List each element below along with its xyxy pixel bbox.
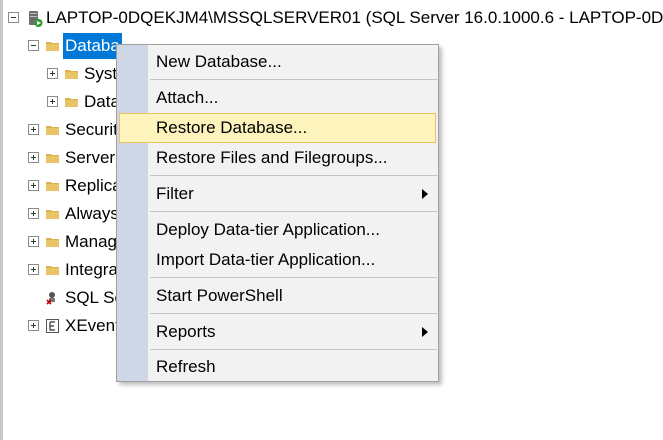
integration-services-label: Integra (65, 260, 118, 279)
menu-item-reports[interactable]: Reports (119, 317, 436, 347)
menu-item-restore-files-filegroups[interactable]: Restore Files and Filegroups... (119, 143, 436, 173)
deploy-data-tier-label: Deploy Data-tier Application... (156, 220, 380, 239)
tree-node-security[interactable]: Securit (0, 117, 118, 143)
submenu-arrow-icon (422, 189, 428, 199)
tree-node-server[interactable]: LAPTOP-0DQEKJM4\MSSQLSERVER01 (SQL Serve… (0, 5, 663, 31)
restore-files-label: Restore Files and Filegroups... (156, 148, 388, 167)
tree-node-management[interactable]: Manag (0, 229, 117, 255)
security-label: Securit (65, 120, 118, 139)
collapse-icon[interactable] (8, 12, 19, 23)
expand-icon[interactable] (28, 124, 39, 135)
restore-database-label: Restore Database... (156, 118, 308, 137)
management-label: Manag (65, 232, 117, 251)
folder-icon (65, 69, 78, 79)
menu-item-deploy-data-tier[interactable]: Deploy Data-tier Application... (119, 215, 436, 245)
folder-icon (46, 237, 59, 247)
menu-separator (150, 175, 437, 176)
menu-item-import-data-tier[interactable]: Import Data-tier Application... (119, 245, 436, 275)
expand-icon[interactable] (28, 208, 39, 219)
tree-node-server-objects[interactable]: Server (0, 145, 116, 171)
folder-icon (46, 209, 59, 219)
menu-item-attach[interactable]: Attach... (119, 83, 436, 113)
expand-icon[interactable] (28, 180, 39, 191)
system-databases-label: Syst (84, 64, 118, 83)
folder-icon (46, 125, 59, 135)
menu-item-restore-database[interactable]: Restore Database... (119, 113, 436, 143)
attach-label: Attach... (156, 88, 219, 107)
menu-item-filter[interactable]: Filter (119, 179, 436, 209)
tree-node-integration-services[interactable]: Integra (0, 257, 118, 283)
context-menu: New Database... Attach... Restore Databa… (116, 44, 439, 382)
menu-item-start-powershell[interactable]: Start PowerShell (119, 281, 436, 311)
folder-icon (65, 97, 78, 107)
database-snapshots-label: Data (84, 92, 120, 111)
menu-separator (150, 349, 437, 350)
import-data-tier-label: Import Data-tier Application... (156, 250, 376, 269)
tree-node-xevent-profiler[interactable]: XEvent (0, 313, 120, 339)
folder-icon (46, 153, 59, 163)
folder-icon (46, 265, 59, 275)
tree-node-replication[interactable]: Replica (0, 173, 122, 199)
databases-label: Databa (63, 33, 122, 59)
expand-icon[interactable] (28, 236, 39, 247)
collapse-icon[interactable] (28, 40, 39, 51)
tree-node-system-databases[interactable]: Syst (0, 61, 118, 87)
replication-label: Replica (65, 176, 122, 195)
reports-label: Reports (156, 322, 216, 341)
start-powershell-label: Start PowerShell (156, 286, 283, 305)
tree-node-sql-server-agent[interactable]: SQL Se (0, 285, 124, 311)
always-on-label: Always (65, 204, 119, 223)
expand-icon[interactable] (28, 320, 39, 331)
menu-separator (150, 211, 437, 212)
folder-icon (46, 41, 59, 51)
filter-label: Filter (156, 184, 194, 203)
server-running-icon (27, 10, 43, 33)
submenu-arrow-icon (422, 327, 428, 337)
folder-icon (46, 181, 59, 191)
menu-separator (150, 79, 437, 80)
expand-icon[interactable] (47, 68, 58, 79)
xevent-profiler-icon (46, 319, 59, 338)
sql-agent-icon (45, 290, 61, 311)
tree-node-always-on[interactable]: Always (0, 201, 119, 227)
expand-icon[interactable] (28, 264, 39, 275)
menu-separator (150, 277, 437, 278)
menu-separator (150, 313, 437, 314)
menu-item-refresh[interactable]: Refresh (119, 352, 436, 382)
xevent-profiler-label: XEvent (65, 316, 120, 335)
tree-node-database-snapshots[interactable]: Data (0, 89, 120, 115)
new-database-label: New Database... (156, 52, 282, 71)
server-objects-label: Server (65, 148, 116, 167)
menu-item-new-database[interactable]: New Database... (119, 47, 436, 77)
expand-icon[interactable] (28, 152, 39, 163)
refresh-label: Refresh (156, 357, 216, 376)
expand-icon[interactable] (47, 96, 58, 107)
server-node-label: LAPTOP-0DQEKJM4\MSSQLSERVER01 (SQL Serve… (46, 8, 663, 27)
